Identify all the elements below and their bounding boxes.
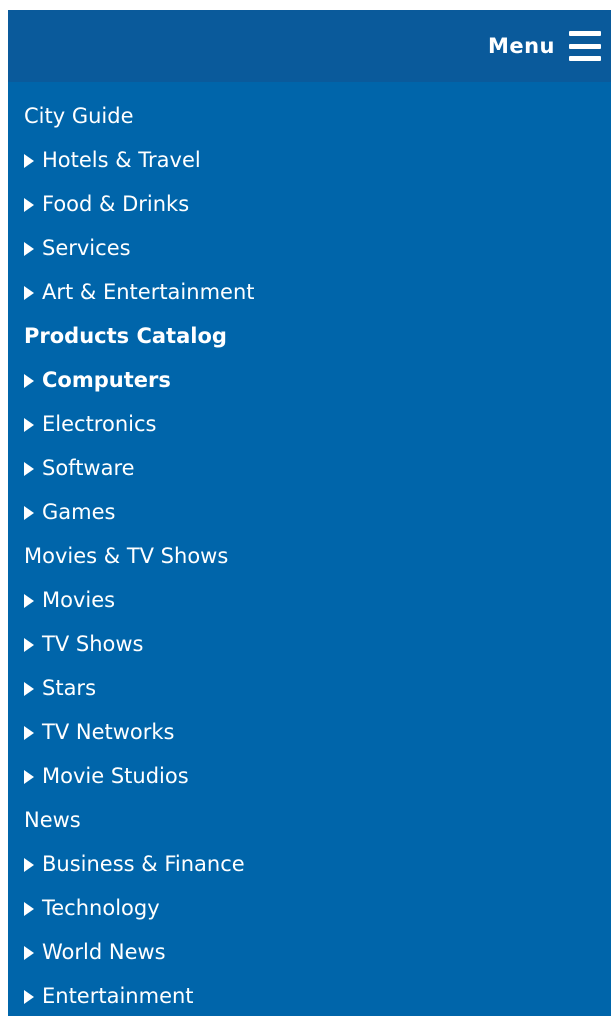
caret-right-icon <box>24 241 34 256</box>
nav-label: Services <box>42 236 131 260</box>
hamburger-bar <box>569 31 601 36</box>
nav-label: News <box>24 808 81 832</box>
nav-item-entertainment[interactable]: Entertainment <box>8 974 611 1016</box>
nav-item-world-news[interactable]: World News <box>8 930 611 974</box>
nav-label: Movies & TV Shows <box>24 544 229 568</box>
nav-item-food-and-drinks[interactable]: Food & Drinks <box>8 182 611 226</box>
nav-label: Computers <box>42 368 171 392</box>
nav-item-business-and-finance[interactable]: Business & Finance <box>8 842 611 886</box>
nav-label: TV Shows <box>42 632 144 656</box>
nav-item-movie-studios[interactable]: Movie Studios <box>8 754 611 798</box>
caret-right-icon <box>24 681 34 696</box>
nav-item-art-and-entertainment[interactable]: Art & Entertainment <box>8 270 611 314</box>
nav-label: Electronics <box>42 412 157 436</box>
nav-label: Business & Finance <box>42 852 245 876</box>
nav-label: Software <box>42 456 135 480</box>
mobile-menu-panel: Menu City Guide Hotels & Travel Food & Dri… <box>8 10 611 1016</box>
caret-right-icon <box>24 725 34 740</box>
nav-category-movies-and-tv-shows[interactable]: Movies & TV Shows <box>8 534 611 578</box>
nav-label: City Guide <box>24 104 134 128</box>
nav-label: Hotels & Travel <box>42 148 201 172</box>
nav-category-news[interactable]: News <box>8 798 611 842</box>
menu-header: Menu <box>8 10 611 82</box>
menu-label[interactable]: Menu <box>488 34 555 58</box>
caret-right-icon <box>24 857 34 872</box>
nav-item-hotels-and-travel[interactable]: Hotels & Travel <box>8 138 611 182</box>
nav-item-movies[interactable]: Movies <box>8 578 611 622</box>
hamburger-menu-icon[interactable] <box>569 31 601 61</box>
nav-item-tv-shows[interactable]: TV Shows <box>8 622 611 666</box>
nav-item-technology[interactable]: Technology <box>8 886 611 930</box>
nav-menu-list: City Guide Hotels & Travel Food & Drinks Se… <box>8 82 611 1016</box>
nav-item-computers[interactable]: Computers <box>8 358 611 402</box>
nav-label: Products Catalog <box>24 324 227 348</box>
nav-label: Movies <box>42 588 116 612</box>
hamburger-bar <box>569 43 601 49</box>
caret-right-icon <box>24 945 34 960</box>
caret-right-icon <box>24 989 34 1004</box>
caret-right-icon <box>24 637 34 652</box>
caret-right-icon <box>24 373 34 388</box>
nav-label: TV Networks <box>42 720 175 744</box>
nav-category-city-guide[interactable]: City Guide <box>8 94 611 138</box>
nav-label: World News <box>42 940 166 964</box>
caret-right-icon <box>24 197 34 212</box>
nav-label: Entertainment <box>42 984 194 1008</box>
caret-right-icon <box>24 901 34 916</box>
caret-right-icon <box>24 417 34 432</box>
nav-item-games[interactable]: Games <box>8 490 611 534</box>
caret-right-icon <box>24 461 34 476</box>
caret-right-icon <box>24 285 34 300</box>
hamburger-bar <box>569 56 601 61</box>
nav-label: Technology <box>42 896 160 920</box>
nav-label: Food & Drinks <box>42 192 190 216</box>
nav-item-software[interactable]: Software <box>8 446 611 490</box>
caret-right-icon <box>24 769 34 784</box>
caret-right-icon <box>24 593 34 608</box>
nav-label: Movie Studios <box>42 764 189 788</box>
nav-label: Games <box>42 500 116 524</box>
nav-category-products-catalog[interactable]: Products Catalog <box>8 314 611 358</box>
nav-item-stars[interactable]: Stars <box>8 666 611 710</box>
nav-label: Stars <box>42 676 97 700</box>
nav-item-electronics[interactable]: Electronics <box>8 402 611 446</box>
caret-right-icon <box>24 505 34 520</box>
nav-item-services[interactable]: Services <box>8 226 611 270</box>
nav-label: Art & Entertainment <box>42 280 255 304</box>
nav-item-tv-networks[interactable]: TV Networks <box>8 710 611 754</box>
caret-right-icon <box>24 153 34 168</box>
